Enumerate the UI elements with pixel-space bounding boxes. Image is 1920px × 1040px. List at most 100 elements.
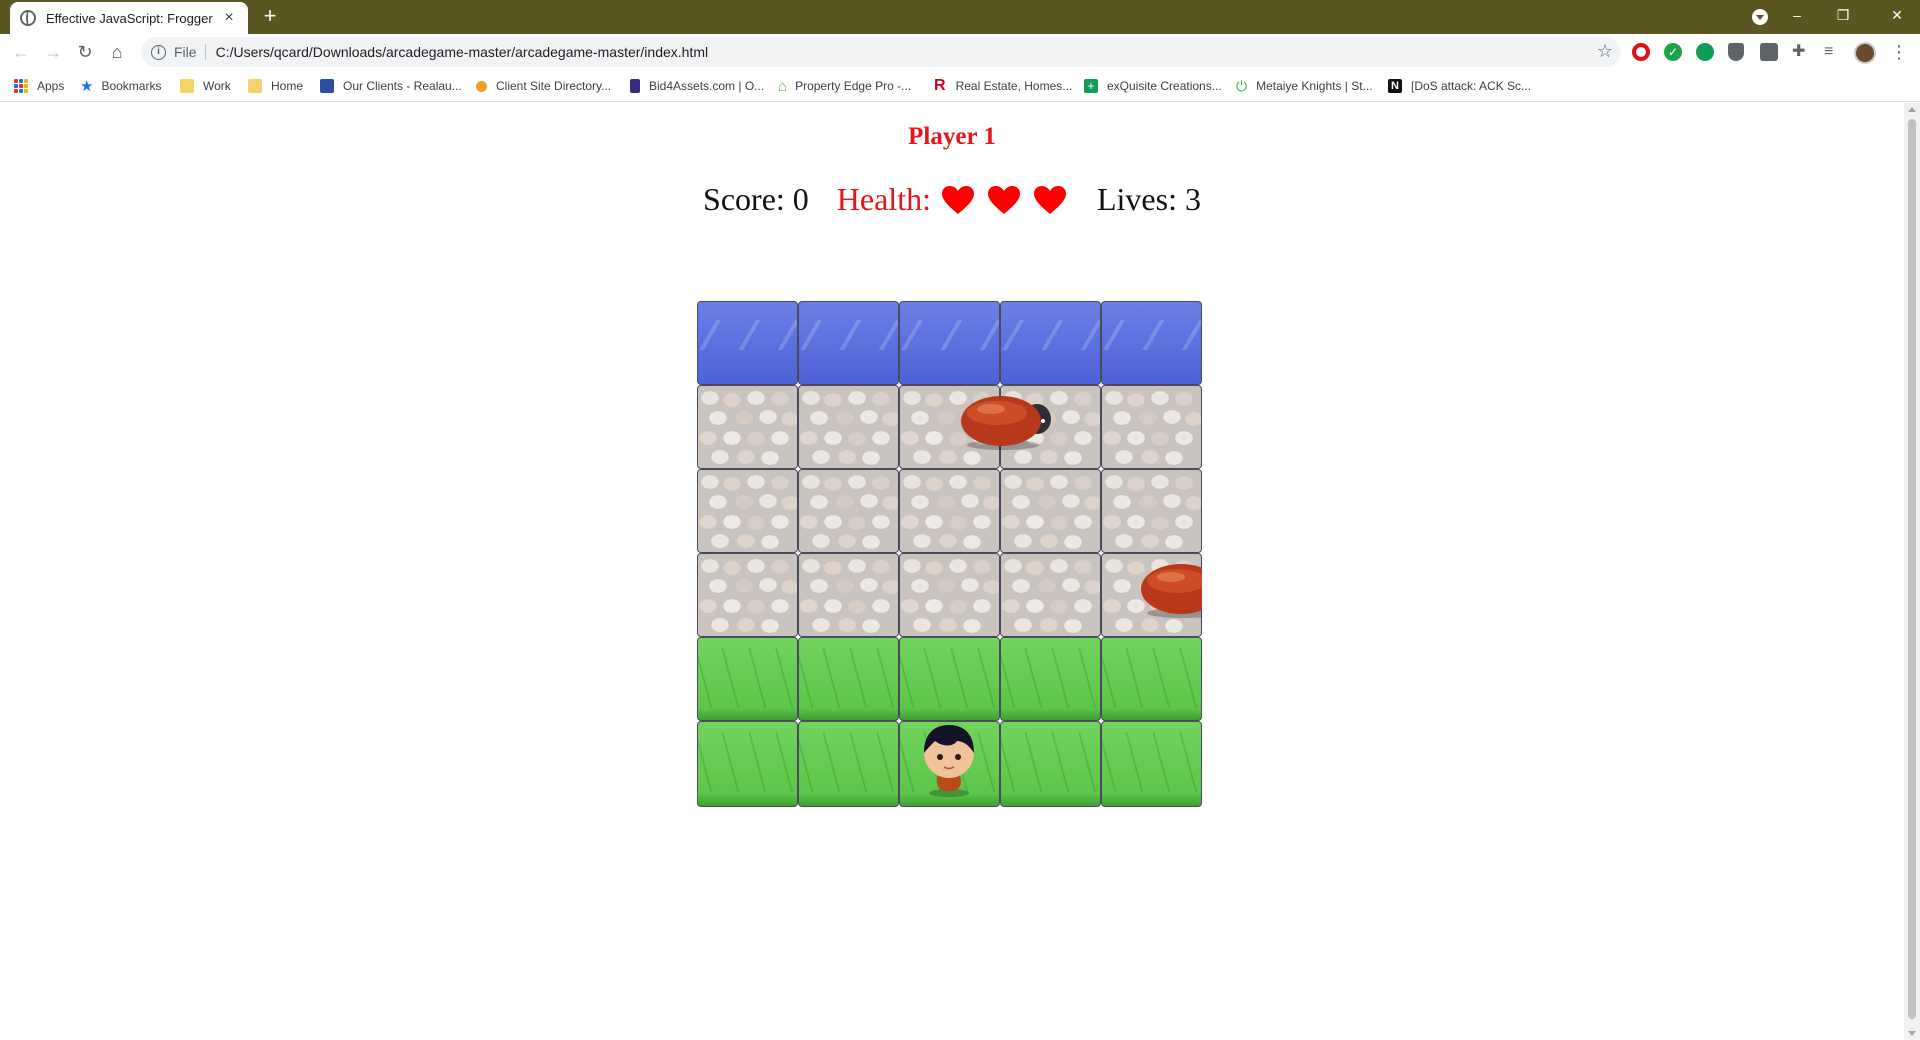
bookmark-label: Home [271,79,304,93]
browser-tab[interactable]: Effective JavaScript: Frogger × [10,2,248,34]
bookmark-label: Real Estate, Homes... [955,79,1073,93]
bookmark-home[interactable]: Home [248,76,303,96]
vertical-scrollbar[interactable] [1904,103,1920,1040]
close-window-button[interactable]: ✕ [1874,0,1920,30]
check-extension-icon[interactable]: ✓ [1664,43,1682,61]
tab-title: Effective JavaScript: Frogger [46,10,213,26]
stats-bar: Score: 0 Health: Lives: 3 [0,181,1904,218]
reload-icon[interactable]: ↻ [72,39,98,65]
enemy-bug [1141,564,1202,618]
bookmark-label: Metaiye Knights | St... [1256,79,1373,93]
bookmark-label: Work [203,79,231,93]
bookmark-exquisite[interactable]: + exQuisite Creations... [1084,76,1222,96]
n-logo-icon: N [1388,79,1402,93]
bookmark-client-site-directory[interactable]: Client Site Directory... [476,76,611,96]
water-tile [1000,301,1101,385]
water-tile [899,301,1000,385]
grass-tile [798,637,899,721]
bookmark-bid4assets[interactable]: Bid4Assets.com | O... [630,76,764,96]
forward-arrow-icon[interactable]: → [40,39,66,65]
stone-tile [697,553,798,637]
page-content: Player 1 Score: 0 Health: Lives: 3 [0,103,1904,1040]
site-icon [476,80,487,92]
grass-tile [1000,721,1101,807]
lives-display: Lives: 3 [1096,181,1201,217]
bookmark-label: Apps [37,79,65,93]
player-character [924,725,974,797]
reading-list-icon[interactable]: ≡ [1824,43,1842,61]
stone-tile [1000,553,1101,637]
bookmark-work[interactable]: Work [180,76,231,96]
bookmark-property-edge[interactable]: ⌂ Property Edge Pro -... [778,76,911,96]
grass-tile [1101,721,1202,807]
profile-avatar[interactable] [1854,42,1876,64]
grass-tile [697,637,798,721]
player-title: Player 1 [908,123,996,150]
bookmark-dos-attack[interactable]: N [DoS attack: ACK Sc... [1388,76,1531,96]
health-label: Health: [836,181,931,217]
tab-search-icon[interactable] [1752,9,1768,25]
scroll-thumb[interactable] [1908,119,1916,1019]
site-icon [320,79,334,93]
health-display: Health: [837,181,1067,218]
r-logo-icon: R [934,77,946,94]
address-bar[interactable]: i File C:/Users/qcard/Downloads/arcadega… [141,37,1621,67]
enemy-bug [961,396,1051,450]
browser-toolbar: ← → ↻ ⌂ i File C:/Users/qcard/Downloads/… [0,34,1920,70]
heart-icon [941,185,974,214]
grass-tile [1101,637,1202,721]
stone-tile [899,553,1000,637]
bookmark-apps[interactable]: Apps [14,76,64,96]
bookmark-metaiye[interactable]: ⏻ Metaiye Knights | St... [1236,76,1373,96]
bookmark-real-estate[interactable]: R Real Estate, Homes... [934,76,1072,96]
globe-icon [20,10,36,26]
file-scheme-label: File [174,44,206,60]
scroll-up-icon[interactable] [1908,107,1916,112]
heart-icon [1033,185,1066,214]
green-extension-icon[interactable] [1696,43,1714,61]
stone-tile [798,469,899,553]
opera-extension-icon[interactable] [1632,43,1650,61]
bookmark-label: Client Site Directory... [496,79,612,93]
power-icon: ⏻ [1236,77,1248,94]
stone-tile [697,385,798,469]
extensions-puzzle-icon[interactable]: ✚ [1792,43,1810,61]
heart-icon [987,185,1020,214]
bookmark-label: [DoS attack: ACK Sc... [1411,79,1532,93]
stone-tile [798,385,899,469]
browser-menu-icon[interactable]: ⋮ [1890,40,1908,64]
grass-tile [697,721,798,807]
stone-tile [1101,385,1202,469]
bookmarks-bar: Apps ★ Bookmarks Work Home Our Clients -… [0,70,1920,102]
score-display: Score: 0 [703,181,809,217]
water-tile [697,301,798,385]
bookmark-bookmarks[interactable]: ★ Bookmarks [80,76,161,96]
browser-titlebar: Effective JavaScript: Frogger × + – ❐ ✕ [0,0,1920,34]
tab-close-button[interactable]: × [220,9,238,27]
stone-tile [697,469,798,553]
game-board[interactable] [697,301,1202,807]
water-tile [1101,301,1202,385]
water-tile [798,301,899,385]
minimize-button[interactable]: – [1774,0,1820,30]
stone-tile [899,469,1000,553]
shield-extension-icon[interactable] [1728,43,1744,61]
grass-tile [1000,637,1101,721]
home-icon[interactable]: ⌂ [104,39,130,65]
folder-icon [248,79,262,93]
new-tab-button[interactable]: + [258,5,282,29]
bookmark-star-icon[interactable]: ☆ [1597,41,1613,62]
bookmark-label: exQuisite Creations... [1107,79,1222,93]
bookmark-our-clients[interactable]: Our Clients - Realau... [320,76,462,96]
url-text[interactable]: C:/Users/qcard/Downloads/arcadegame-mast… [216,44,709,60]
bookmark-label: Bookmarks [101,79,162,93]
scroll-down-icon[interactable] [1908,1031,1916,1036]
back-arrow-icon[interactable]: ← [8,39,34,65]
star-icon: ★ [80,78,94,95]
site-info-icon[interactable]: i [151,44,166,60]
restore-button[interactable]: ❐ [1820,0,1866,30]
folder-icon [180,79,194,93]
bookmark-label: Property Edge Pro -... [795,79,912,93]
box-extension-icon[interactable] [1760,43,1778,61]
grass-tile [899,637,1000,721]
